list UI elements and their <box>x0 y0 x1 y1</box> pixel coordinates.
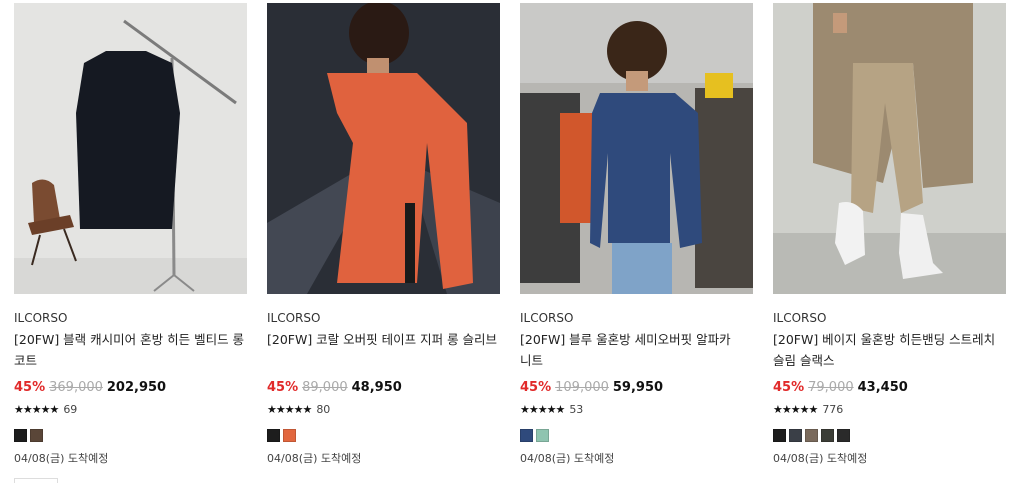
color-swatches <box>14 429 247 442</box>
product-card[interactable]: ILCORSO [20FW] 블루 울혼방 세미오버핏 알파카 니트 45% 10… <box>520 3 753 466</box>
star-icon: ★★★★★ <box>267 403 312 416</box>
product-image[interactable] <box>267 3 500 294</box>
product-card[interactable]: ILCORSO [20FW] 블랙 캐시미어 혼방 히든 벨티드 롱 코트 45… <box>14 3 247 466</box>
star-icon: ★★★★★ <box>773 403 818 416</box>
color-swatch[interactable] <box>789 429 802 442</box>
color-swatch[interactable] <box>283 429 296 442</box>
color-swatch[interactable] <box>773 429 786 442</box>
color-swatch[interactable] <box>837 429 850 442</box>
delivery-date: 04/08(금) 도착예정 <box>14 452 109 465</box>
color-swatch[interactable] <box>805 429 818 442</box>
color-swatches <box>773 429 1006 442</box>
product-title[interactable]: [20FW] 블루 울혼방 세미오버핏 알파카 니트 <box>520 329 753 371</box>
original-price: 89,000 <box>302 380 348 395</box>
product-card[interactable]: ILCORSO [20FW] 코랄 오버핏 테이프 지퍼 롱 슬리브 45% 89… <box>267 3 500 466</box>
color-swatch[interactable] <box>536 429 549 442</box>
discount-rate: 45% <box>14 380 46 395</box>
product-card[interactable]: ILCORSO [20FW] 베이지 울혼방 히든밴딩 스트레치 슬림 슬랙스 … <box>773 3 1006 466</box>
delivery-date: 04/08(금) 도착예정 <box>267 452 362 465</box>
rating: ★★★★★ 776 <box>773 403 1006 417</box>
price-row: 45% 109,000 59,950 <box>520 379 753 397</box>
original-price: 109,000 <box>555 380 609 395</box>
color-swatch[interactable] <box>14 429 27 442</box>
color-swatch[interactable] <box>821 429 834 442</box>
next-row-edge <box>14 478 58 483</box>
product-title[interactable]: [20FW] 블랙 캐시미어 혼방 히든 벨티드 롱 코트 <box>14 329 247 371</box>
product-grid: ILCORSO [20FW] 블랙 캐시미어 혼방 히든 벨티드 롱 코트 45… <box>0 0 1009 483</box>
review-count: 80 <box>316 403 331 416</box>
brand-name: ILCORSO <box>14 311 68 325</box>
original-price: 369,000 <box>49 380 103 395</box>
price-row: 45% 89,000 48,950 <box>267 379 500 397</box>
product-image[interactable] <box>520 3 753 294</box>
review-count: 69 <box>63 403 78 416</box>
rating: ★★★★★ 80 <box>267 403 500 417</box>
discount-rate: 45% <box>520 380 552 395</box>
color-swatches <box>520 429 753 442</box>
delivery-date: 04/08(금) 도착예정 <box>773 452 868 465</box>
discount-rate: 45% <box>773 380 805 395</box>
delivery-date: 04/08(금) 도착예정 <box>520 452 615 465</box>
brand-name: ILCORSO <box>267 311 321 325</box>
original-price: 79,000 <box>808 380 854 395</box>
sale-price: 48,950 <box>351 380 402 395</box>
review-count: 53 <box>569 403 584 416</box>
review-count: 776 <box>822 403 844 416</box>
sale-price: 59,950 <box>612 380 664 395</box>
product-image[interactable] <box>14 3 247 294</box>
brand-name: ILCORSO <box>773 311 827 325</box>
brand-name: ILCORSO <box>520 311 574 325</box>
product-image[interactable] <box>773 3 1006 294</box>
price-row: 45% 79,000 43,450 <box>773 379 1006 397</box>
product-title[interactable]: [20FW] 베이지 울혼방 히든밴딩 스트레치 슬림 슬랙스 <box>773 329 1006 371</box>
rating: ★★★★★ 69 <box>14 403 247 417</box>
price-row: 45% 369,000 202,950 <box>14 379 247 397</box>
color-swatch[interactable] <box>30 429 43 442</box>
color-swatches <box>267 429 500 442</box>
sale-price: 202,950 <box>106 380 167 395</box>
rating: ★★★★★ 53 <box>520 403 753 417</box>
star-icon: ★★★★★ <box>520 403 565 416</box>
product-title[interactable]: [20FW] 코랄 오버핏 테이프 지퍼 롱 슬리브 <box>267 329 500 371</box>
discount-rate: 45% <box>267 380 299 395</box>
color-swatch[interactable] <box>267 429 280 442</box>
star-icon: ★★★★★ <box>14 403 59 416</box>
color-swatch[interactable] <box>520 429 533 442</box>
sale-price: 43,450 <box>857 380 908 395</box>
